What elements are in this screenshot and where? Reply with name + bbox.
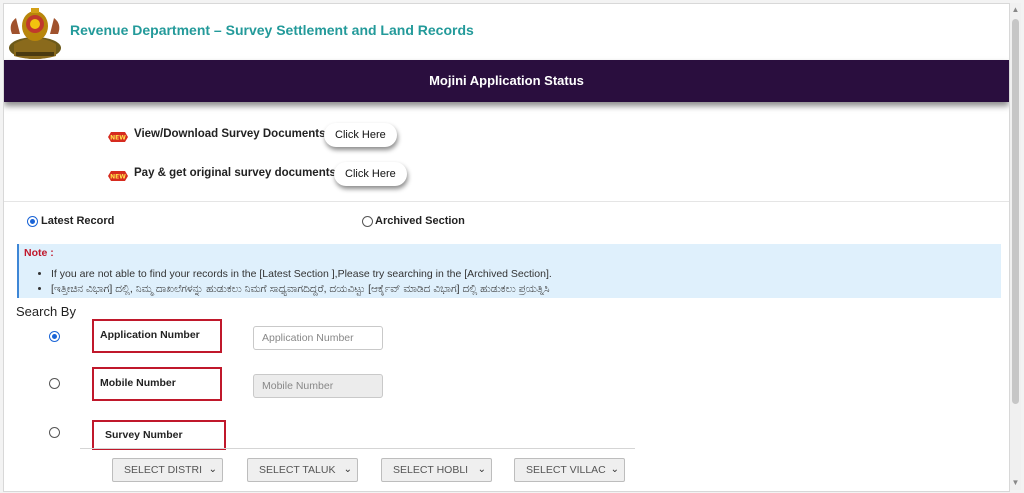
note-item: [ಇತ್ತೀಚಿನ ವಿಭಾಗ] ದಲ್ಲಿ, ನಿಮ್ಮ ದಾಖಲೆಗಳನ್ನ… (51, 283, 552, 296)
village-select-value: SELECT VILLAC (526, 464, 606, 476)
hobli-select[interactable]: SELECT HOBLI ⌄ (381, 458, 492, 482)
select-row-divider (80, 448, 635, 449)
vertical-scrollbar[interactable]: ▲ ▼ (1010, 3, 1021, 490)
department-title: Revenue Department – Survey Settlement a… (70, 22, 474, 38)
mobile-number-input[interactable] (253, 374, 383, 398)
view-download-click-button[interactable]: Click Here (324, 123, 397, 147)
latest-record-radio[interactable] (27, 216, 38, 227)
chevron-down-icon: ⌄ (610, 464, 619, 475)
district-select-value: SELECT DISTRI (124, 464, 202, 476)
survey-number-radio[interactable] (49, 427, 60, 438)
note-list: If you are not able to find your records… (39, 268, 552, 299)
taluk-select-value: SELECT TALUK (259, 464, 336, 476)
chevron-down-icon: ⌄ (477, 464, 486, 475)
pay-original-click-button[interactable]: Click Here (334, 162, 407, 186)
survey-number-label: Survey Number (105, 429, 183, 441)
mobile-number-radio[interactable] (49, 378, 60, 389)
note-box: Note : If you are not able to find your … (17, 244, 1001, 298)
title-banner: Mojini Application Status (4, 60, 1009, 102)
mobile-number-label-box: Mobile Number (92, 367, 222, 401)
page-frame: Revenue Department – Survey Settlement a… (3, 3, 1010, 492)
application-number-radio[interactable] (49, 331, 60, 342)
application-number-label-box: Application Number (92, 319, 222, 353)
chevron-down-icon: ⌄ (343, 464, 352, 475)
search-by-heading: Search By (16, 304, 76, 319)
scroll-down-icon[interactable]: ▼ (1010, 478, 1021, 488)
banner-title: Mojini Application Status (429, 73, 584, 88)
scroll-thumb[interactable] (1012, 19, 1019, 404)
karnataka-emblem-icon (9, 8, 61, 59)
scroll-up-icon[interactable]: ▲ (1010, 5, 1021, 15)
svg-text:NEW: NEW (110, 174, 126, 181)
note-item: If you are not able to find your records… (51, 268, 552, 280)
hobli-select-value: SELECT HOBLI (393, 464, 469, 476)
archived-section-label: Archived Section (375, 215, 465, 227)
chevron-down-icon: ⌄ (208, 464, 217, 475)
taluk-select[interactable]: SELECT TALUK ⌄ (247, 458, 358, 482)
new-badge-icon: NEW (108, 132, 128, 142)
pay-original-label: Pay & get original survey documents (134, 167, 336, 179)
section-divider (4, 201, 1009, 202)
application-number-label: Application Number (100, 329, 200, 341)
new-badge-icon: NEW (108, 171, 128, 181)
note-title: Note : (24, 247, 54, 259)
application-number-input[interactable] (253, 326, 383, 350)
latest-record-label: Latest Record (41, 215, 115, 227)
archived-section-radio[interactable] (362, 216, 373, 227)
mobile-number-label: Mobile Number (100, 377, 176, 389)
view-download-label: View/Download Survey Documents (134, 128, 326, 140)
svg-text:NEW: NEW (110, 135, 126, 142)
survey-number-label-box: Survey Number (92, 420, 226, 450)
district-select[interactable]: SELECT DISTRI ⌄ (112, 458, 223, 482)
village-select[interactable]: SELECT VILLAC ⌄ (514, 458, 625, 482)
